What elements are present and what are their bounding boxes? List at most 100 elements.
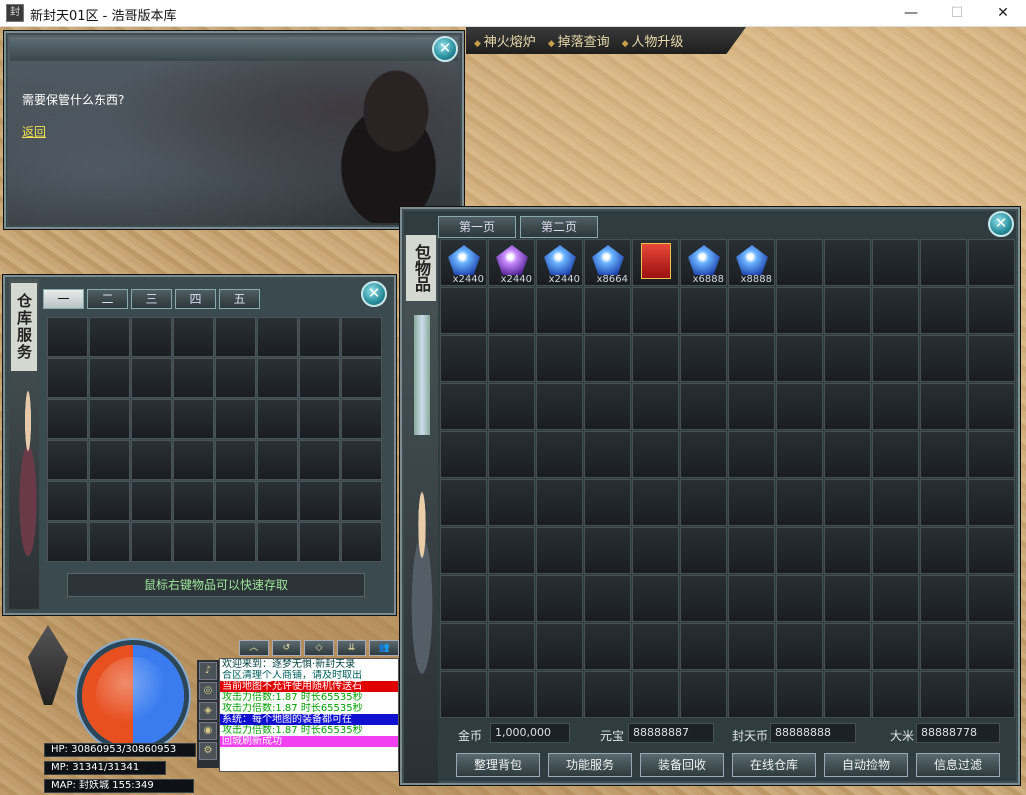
warehouse-slot[interactable]: [47, 317, 88, 357]
bag-slot[interactable]: [776, 239, 823, 286]
warehouse-slot[interactable]: [89, 440, 130, 480]
bag-slot[interactable]: x6888: [680, 239, 727, 286]
bag-slot[interactable]: [776, 479, 823, 526]
bag-slot[interactable]: [920, 479, 967, 526]
bag-slot[interactable]: [872, 479, 919, 526]
bag-slot[interactable]: [680, 431, 727, 478]
bag-slot[interactable]: x2440: [488, 239, 535, 286]
menu-character-upgrade[interactable]: 人物升级: [622, 31, 683, 50]
bag-slot[interactable]: [680, 527, 727, 574]
warehouse-slot[interactable]: [257, 440, 298, 480]
warehouse-slot[interactable]: [257, 317, 298, 357]
bag-slot[interactable]: [728, 431, 775, 478]
warehouse-slot[interactable]: [341, 317, 382, 357]
bag-slot[interactable]: [680, 575, 727, 622]
bag-slot[interactable]: [824, 479, 871, 526]
bag-slot[interactable]: [920, 335, 967, 382]
warehouse-slot[interactable]: [173, 481, 214, 521]
sound-icon[interactable]: ♪: [199, 662, 217, 680]
chat-scroll-up-icon[interactable]: ︿: [239, 640, 269, 656]
bag-slot[interactable]: [680, 479, 727, 526]
equipment-recycle-button[interactable]: 装备回收: [640, 753, 724, 777]
bag-slot[interactable]: [824, 431, 871, 478]
bag-slot[interactable]: [632, 431, 679, 478]
menu-divine-furnace[interactable]: 神火熔炉: [474, 31, 536, 50]
bag-slot[interactable]: [584, 431, 631, 478]
bag-slot[interactable]: [632, 671, 679, 718]
function-service-button[interactable]: 功能服务: [548, 753, 632, 777]
bag-slot[interactable]: [584, 671, 631, 718]
bag-slot[interactable]: [632, 575, 679, 622]
info-filter-button[interactable]: 信息过滤: [916, 753, 1000, 777]
warehouse-tab-5[interactable]: 五: [219, 289, 260, 309]
bag-slot[interactable]: [920, 383, 967, 430]
bag-slot[interactable]: [440, 527, 487, 574]
warehouse-slot[interactable]: [47, 481, 88, 521]
warehouse-slot[interactable]: [215, 440, 256, 480]
warehouse-slot[interactable]: [215, 522, 256, 562]
bag-slot[interactable]: [776, 383, 823, 430]
bag-slot[interactable]: [488, 287, 535, 334]
bag-slot[interactable]: [488, 383, 535, 430]
chat-refresh-icon[interactable]: ↺: [271, 640, 302, 656]
bag-slot[interactable]: [680, 623, 727, 670]
maximize-button[interactable]: ☐: [934, 0, 980, 27]
warehouse-slot[interactable]: [173, 399, 214, 439]
bag-slot[interactable]: [728, 527, 775, 574]
menu-drop-query[interactable]: 掉落查询: [548, 31, 610, 50]
bag-slot[interactable]: [776, 623, 823, 670]
bag-slot[interactable]: [728, 575, 775, 622]
bag-slot[interactable]: [536, 383, 583, 430]
bag-slot[interactable]: [824, 671, 871, 718]
warehouse-slot[interactable]: [341, 440, 382, 480]
bag-slot[interactable]: [440, 431, 487, 478]
warehouse-slot[interactable]: [89, 358, 130, 398]
bag-slot[interactable]: [968, 431, 1015, 478]
bag-slot[interactable]: [728, 335, 775, 382]
warehouse-slot[interactable]: [299, 399, 340, 439]
bag-slot[interactable]: [920, 239, 967, 286]
bag-tab-page-1[interactable]: 第一页: [438, 216, 516, 238]
dialog-close-button[interactable]: ✕: [432, 36, 458, 62]
warehouse-slot[interactable]: [47, 440, 88, 480]
bag-slot[interactable]: [536, 479, 583, 526]
group-icon[interactable]: ◈: [199, 702, 217, 720]
warehouse-slot[interactable]: [173, 522, 214, 562]
warehouse-slot[interactable]: [215, 481, 256, 521]
warehouse-tab-3[interactable]: 三: [131, 289, 172, 309]
warehouse-slot[interactable]: [47, 522, 88, 562]
bag-slot[interactable]: [680, 335, 727, 382]
bag-slot[interactable]: [632, 287, 679, 334]
bag-slot[interactable]: [536, 287, 583, 334]
bag-slot[interactable]: [584, 479, 631, 526]
warehouse-slot[interactable]: [299, 481, 340, 521]
bag-slot[interactable]: [536, 335, 583, 382]
bag-slot[interactable]: [728, 287, 775, 334]
auto-pickup-button[interactable]: 自动捡物: [824, 753, 908, 777]
warehouse-slot[interactable]: [299, 440, 340, 480]
bag-slot[interactable]: [920, 671, 967, 718]
warehouse-slot[interactable]: [215, 317, 256, 357]
bag-slot[interactable]: [536, 623, 583, 670]
bag-slot[interactable]: [584, 623, 631, 670]
warehouse-slot[interactable]: [341, 481, 382, 521]
warehouse-slot[interactable]: [173, 317, 214, 357]
bag-slot[interactable]: [728, 383, 775, 430]
bag-slot[interactable]: [920, 623, 967, 670]
bag-slot[interactable]: [776, 335, 823, 382]
warehouse-slot[interactable]: [341, 358, 382, 398]
warehouse-slot[interactable]: [257, 399, 298, 439]
bag-slot[interactable]: [488, 671, 535, 718]
bag-tab-page-2[interactable]: 第二页: [520, 216, 598, 238]
bag-slot[interactable]: [872, 287, 919, 334]
bag-slot[interactable]: [584, 575, 631, 622]
bag-slot[interactable]: [440, 575, 487, 622]
warehouse-slot[interactable]: [257, 522, 298, 562]
bag-slot[interactable]: x8888: [728, 239, 775, 286]
bag-slot[interactable]: [488, 431, 535, 478]
bag-slot[interactable]: [968, 335, 1015, 382]
warehouse-slot[interactable]: [89, 399, 130, 439]
warehouse-slot[interactable]: [173, 358, 214, 398]
warehouse-tab-1[interactable]: 一: [43, 289, 84, 309]
warehouse-slot[interactable]: [89, 481, 130, 521]
